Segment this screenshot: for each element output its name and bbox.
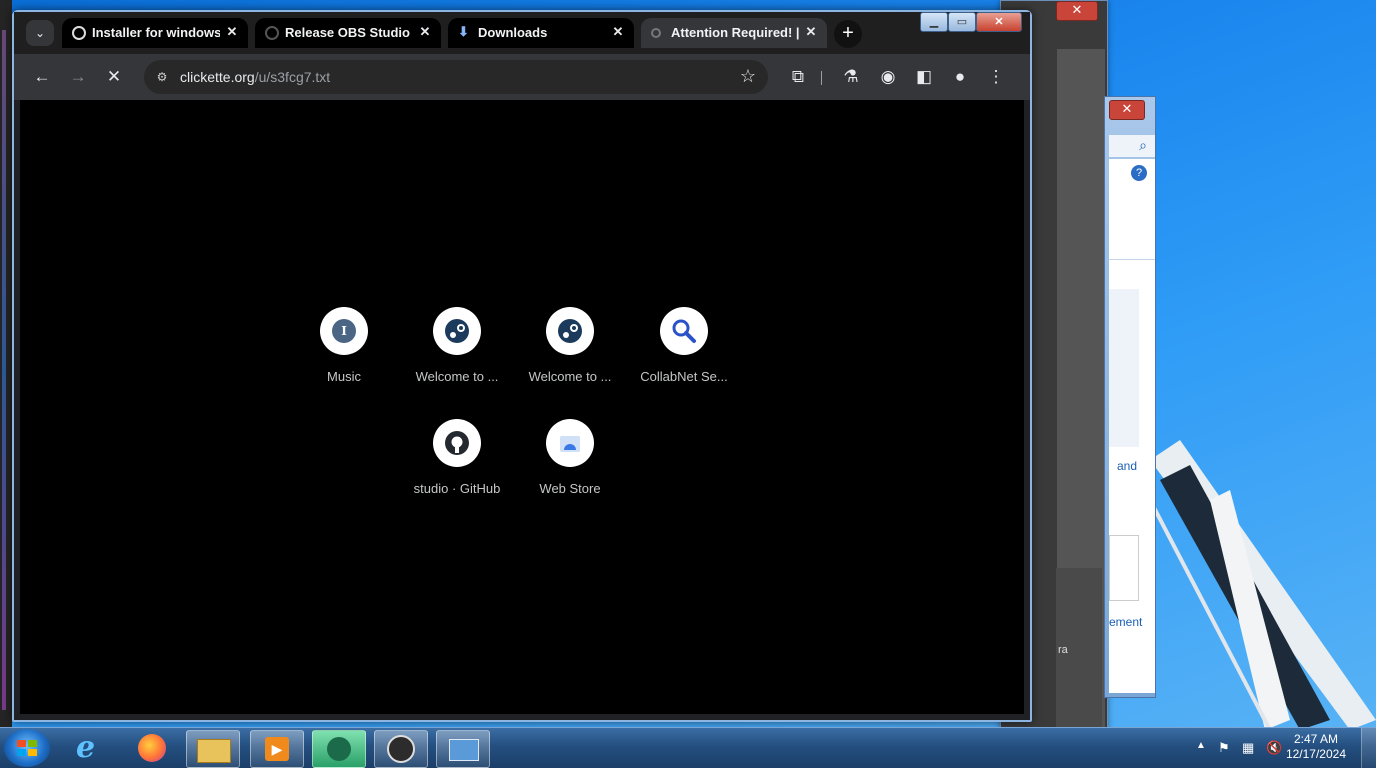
side-panel-icon[interactable]: ◧ <box>912 65 936 89</box>
chevron-down-icon: ⌄ <box>34 26 46 40</box>
firefox-icon[interactable] <box>126 730 178 766</box>
download-icon: ⬇ <box>458 24 469 39</box>
github-icon <box>445 431 469 455</box>
system-clock[interactable]: 2:47 AM 12/17/2024 <box>1286 732 1346 762</box>
show-hidden-icons-icon[interactable]: ▲ <box>1196 740 1206 751</box>
shortcut-tile[interactable]: Web Store <box>520 419 620 496</box>
tab-label: Installer for windows <box>92 25 220 40</box>
green-app-icon[interactable] <box>312 730 366 768</box>
tab-label: Release OBS Studio 26 <box>285 25 413 40</box>
browser-window: ⌄ Installer for windows ✕ Release OBS St… <box>12 10 1032 722</box>
search-icon[interactable]: ⌕ <box>1139 137 1147 154</box>
back-icon[interactable]: ← <box>30 65 54 89</box>
close-icon[interactable]: ✕ <box>224 24 240 40</box>
media-player-icon[interactable]: ▶ <box>250 730 304 768</box>
loading-icon <box>651 28 661 38</box>
address-bar[interactable]: ⚙ clickette.org/u/s3fcg7.txt ☆ <box>144 60 768 94</box>
plus-icon: + <box>842 22 854 44</box>
new-tab-button[interactable]: + <box>834 20 862 48</box>
account-icon[interactable]: ● <box>948 65 972 89</box>
labs-flask-icon[interactable]: ⚗ <box>839 65 863 89</box>
close-icon[interactable]: ✕ <box>1109 100 1145 120</box>
tab-downloads[interactable]: ⬇ Downloads ✕ <box>448 18 634 48</box>
tab-label: Attention Required! | <box>671 25 799 40</box>
start-button[interactable] <box>4 729 50 767</box>
tab-attention[interactable]: Attention Required! | ✕ <box>641 18 827 48</box>
shortcut-title: Welcome to ... <box>415 369 499 384</box>
internet-explorer-icon[interactable]: e <box>64 730 116 766</box>
shortcut-tile[interactable]: CollabNet Se... <box>634 307 734 384</box>
extensions-icon[interactable]: ⧉ <box>786 65 810 89</box>
background-window-edge <box>0 0 12 728</box>
explorer-window: ✕ ⌕ ? and ement <box>1104 96 1156 698</box>
github-icon <box>265 26 279 40</box>
volume-muted-icon[interactable]: 🔇 <box>1266 740 1282 756</box>
address-url[interactable]: clickette.org/u/s3fcg7.txt <box>180 69 330 85</box>
action-center-flag-icon[interactable]: ⚑ <box>1218 740 1230 756</box>
toolbar-separator <box>821 71 822 85</box>
network-icon[interactable]: ▦ <box>1242 740 1254 756</box>
clock-date: 12/17/2024 <box>1285 747 1346 761</box>
web-store-icon <box>560 436 580 452</box>
help-icon[interactable]: ? <box>1131 165 1147 181</box>
shortcut-icon-circle: I <box>320 307 368 355</box>
shortcut-tile[interactable]: studio · GitHub <box>407 419 507 496</box>
site-info-icon[interactable]: ⚙ <box>152 67 172 87</box>
tab-label: Downloads <box>478 25 548 40</box>
shortcut-tile[interactable]: I Music <box>294 307 394 384</box>
clock-time: 2:47 AM <box>1293 732 1338 746</box>
desktop-wallpaper-coaster <box>1150 440 1376 730</box>
forward-icon[interactable]: → <box>66 65 90 89</box>
tab-search-button[interactable]: ⌄ <box>26 20 54 46</box>
browser-toolbar: ← → ✕ ⚙ clickette.org/u/s3fcg7.txt ☆ ⧉ ⚗… <box>14 54 1030 100</box>
maximize-button[interactable]: ▭ <box>948 12 976 32</box>
shortcut-icon-circle <box>433 307 481 355</box>
explorer-link-text[interactable]: and <box>1117 459 1137 473</box>
shortcut-title: Welcome to ... <box>528 369 612 384</box>
explorer-link-text[interactable]: ement <box>1109 615 1142 629</box>
stop-icon[interactable]: ✕ <box>102 65 126 89</box>
close-icon[interactable]: ✕ <box>1056 1 1098 21</box>
shortcut-icon-circle <box>546 419 594 467</box>
taskbar: e ▶ ▲ ⚑ ▦ 🔇 2:47 AM 12/17/2024 <box>0 727 1376 768</box>
magnifier-icon <box>672 319 696 343</box>
shortcut-tile[interactable]: Welcome to ... <box>520 307 620 384</box>
shortcut-icon-circle <box>433 419 481 467</box>
tab-release[interactable]: Release OBS Studio 26 ✕ <box>255 18 441 48</box>
page-content: I Music Welcome to ... Welcome to ... Co… <box>20 100 1024 714</box>
shortcut-icon-circle <box>660 307 708 355</box>
shortcut-title: CollabNet Se... <box>640 369 728 384</box>
file-explorer-icon[interactable] <box>186 730 240 768</box>
shortcut-title: studio · GitHub <box>413 481 501 496</box>
steam-icon <box>445 319 469 343</box>
shortcut-title: Music <box>327 369 361 384</box>
show-desktop-button[interactable] <box>1361 728 1376 768</box>
steam-icon <box>558 319 582 343</box>
windows-logo-icon <box>17 740 37 756</box>
remote-desktop-icon[interactable] <box>436 730 490 768</box>
minimize-button[interactable]: ▁ <box>920 12 948 32</box>
bookmark-star-icon[interactable]: ☆ <box>740 66 756 87</box>
close-icon[interactable]: ✕ <box>803 24 819 40</box>
close-icon[interactable]: ✕ <box>610 24 626 40</box>
menu-kebab-icon[interactable]: ⋮ <box>984 65 1008 89</box>
letter-i-icon: I <box>332 319 356 343</box>
shortcut-title: Web Store <box>539 481 601 496</box>
tab-strip: ⌄ Installer for windows ✕ Release OBS St… <box>14 12 1030 54</box>
profile-extension-icon[interactable]: ◉ <box>876 65 900 89</box>
obs-icon <box>72 26 86 40</box>
tab-installer[interactable]: Installer for windows ✕ <box>62 18 248 48</box>
close-icon[interactable]: ✕ <box>417 24 433 40</box>
obs-studio-icon[interactable] <box>374 730 428 768</box>
window-controls: ▁ ▭ ✕ <box>920 12 1024 32</box>
close-window-button[interactable]: ✕ <box>976 12 1022 32</box>
shortcut-icon-circle <box>546 307 594 355</box>
background-window-list: ra <box>1056 568 1102 728</box>
shortcut-tile[interactable]: Welcome to ... <box>407 307 507 384</box>
list-text: ra <box>1058 644 1068 656</box>
